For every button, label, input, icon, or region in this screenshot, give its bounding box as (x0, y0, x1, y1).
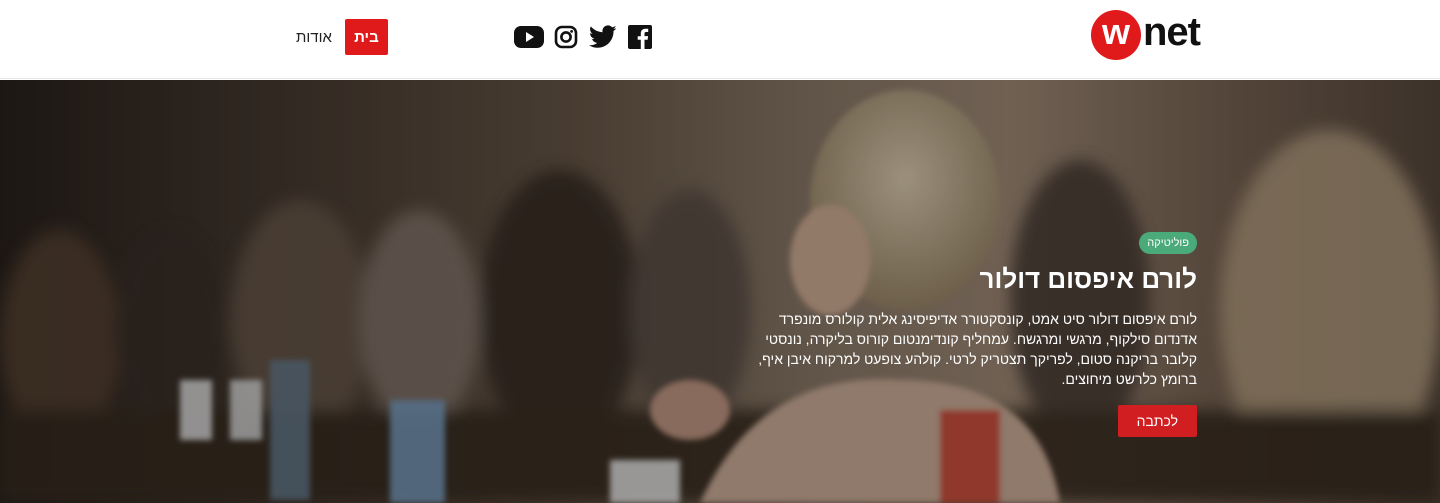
hero-title: לורם איפסום דולור (979, 264, 1198, 294)
nav-item-about[interactable]: אודות (296, 29, 332, 46)
logo-text: net (1143, 10, 1201, 54)
hero-content: פוליטיקה לורם איפסום דולור לורם איפסום ד… (747, 232, 1198, 438)
facebook-icon[interactable] (625, 23, 655, 51)
nav-item-home[interactable]: בית (344, 19, 388, 55)
main-nav: אודות בית (296, 19, 388, 55)
twitter-icon[interactable] (588, 23, 618, 51)
site-header: אודות בית w net (0, 0, 1440, 79)
hero-overlay (0, 80, 1440, 503)
hero-excerpt: לורם איפסום דולור סיט אמט, קונסקטורר אדי… (758, 311, 1197, 388)
social-links (514, 23, 662, 51)
site-logo[interactable]: w net (1091, 10, 1201, 60)
youtube-icon[interactable] (514, 23, 544, 51)
instagram-icon[interactable] (551, 23, 581, 51)
category-badge[interactable]: פוליטיקה (1139, 232, 1197, 254)
hero-banner: פוליטיקה לורם איפסום דולור לורם איפסום ד… (0, 80, 1440, 503)
logo-mark: w (1091, 10, 1141, 60)
read-article-button[interactable]: לכתבה (1117, 405, 1197, 438)
